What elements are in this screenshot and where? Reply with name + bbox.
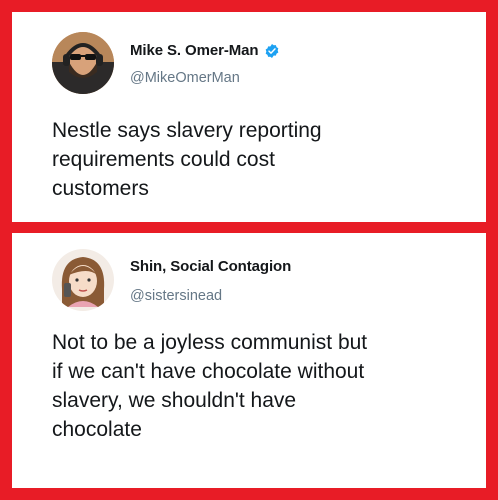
author-name-row: Mike S. Omer-Man [130,42,280,59]
author-avatar[interactable] [52,249,114,311]
author-name[interactable]: Shin, Social Contagion [130,258,291,275]
bearded-man-headphones-avatar-icon [52,32,114,94]
tweet-text: Not to be a joyless communist but if we … [52,331,368,441]
tweet-text: Nestle says slavery reporting requiremen… [52,119,322,200]
cartoon-woman-phone-avatar-icon [52,249,114,311]
verified-badge-icon [264,43,280,59]
author-name[interactable]: Mike S. Omer-Man [130,42,259,59]
tweet-card-1: Mike S. Omer-Man @MikeOmerMan Nestle say… [12,12,486,222]
author-avatar[interactable] [52,32,114,94]
author-handle[interactable]: @sistersinead [130,288,222,304]
author-name-row: Shin, Social Contagion [130,258,291,275]
author-handle[interactable]: @MikeOmerMan [130,70,240,86]
tweet-card-2: Shin, Social Contagion @sistersinead Not… [12,233,486,488]
